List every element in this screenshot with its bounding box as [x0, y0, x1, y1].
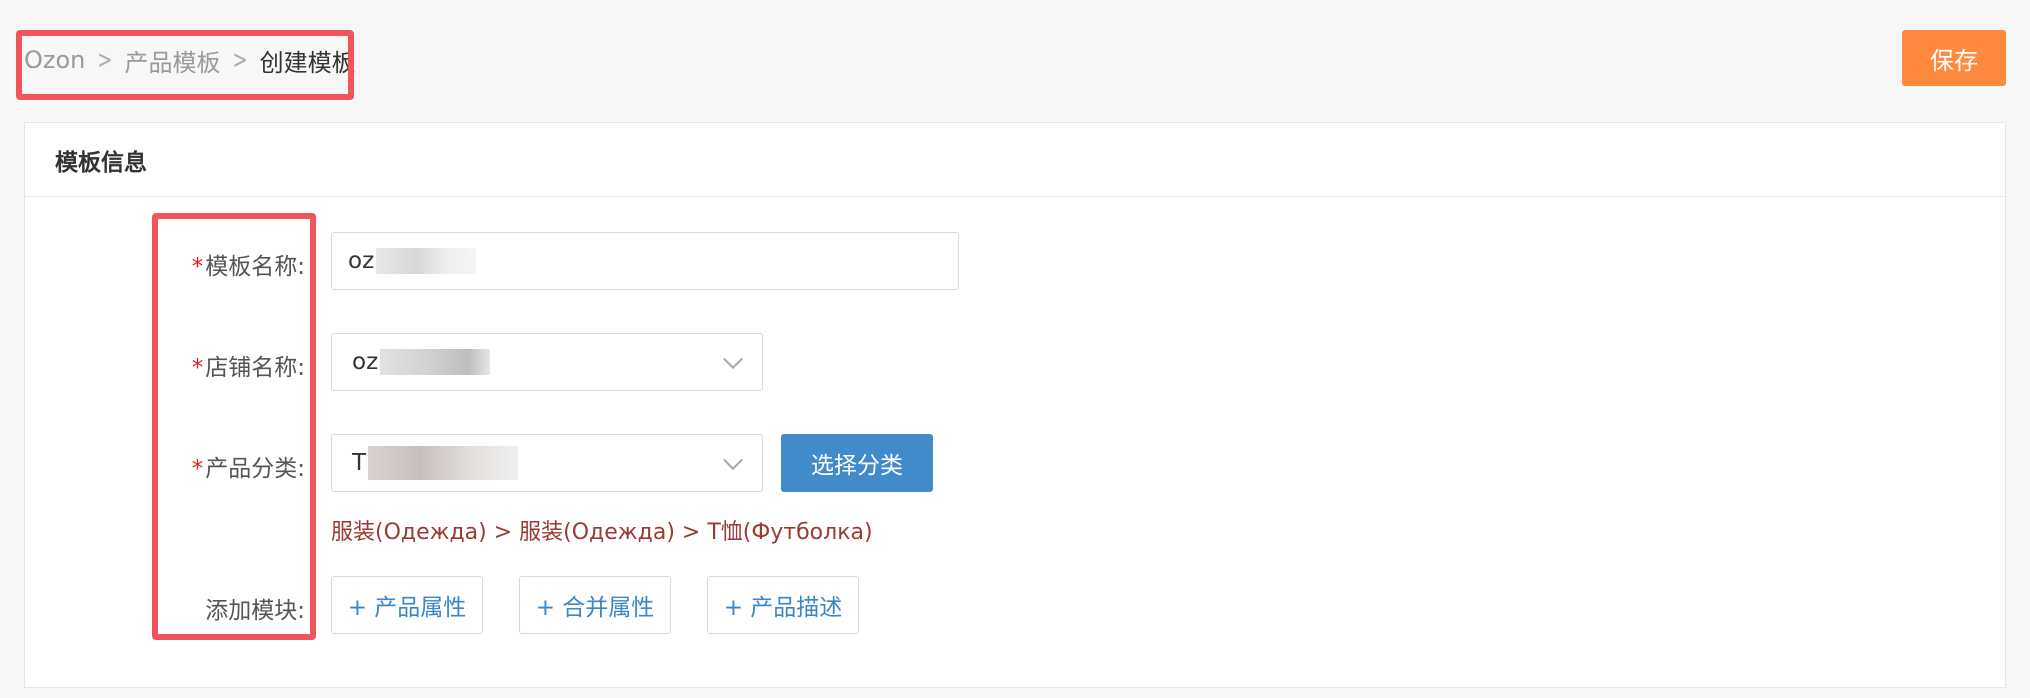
- chevron-right-icon: >: [232, 45, 248, 75]
- template-name-label: *模板名称:: [191, 254, 305, 280]
- card-header: 模板信息: [25, 123, 2005, 197]
- card-title: 模板信息: [55, 149, 147, 176]
- category-path: 服装(Одежда) > 服装(Одежда) > T恤(Футболка): [331, 520, 873, 545]
- store-name-value: oz: [352, 349, 379, 375]
- product-category-select[interactable]: T: [331, 434, 763, 492]
- add-merged-attributes-button[interactable]: + 合并属性: [519, 576, 671, 634]
- redacted-text: [368, 446, 519, 480]
- store-name-label: *店铺名称:: [191, 355, 305, 381]
- add-product-attributes-button[interactable]: + 产品属性: [331, 576, 483, 634]
- save-button[interactable]: 保存: [1902, 30, 2006, 86]
- required-mark: *: [191, 254, 204, 280]
- chevron-right-icon: >: [97, 45, 113, 75]
- redacted-text: [380, 349, 491, 375]
- breadcrumb-current: 创建模板: [259, 48, 356, 77]
- required-mark: *: [191, 355, 204, 381]
- add-module-label: 添加模块:: [205, 598, 305, 624]
- template-info-card: 模板信息 *模板名称: oz *店铺名称: oz *产品分类: T 选择分类 服…: [24, 122, 2006, 688]
- store-name-select[interactable]: oz: [331, 333, 763, 391]
- product-category-label: *产品分类:: [191, 456, 305, 482]
- template-name-input[interactable]: oz: [331, 232, 959, 290]
- breadcrumb-item-product-templates[interactable]: 产品模板: [124, 43, 220, 78]
- choose-category-button[interactable]: 选择分类: [781, 434, 933, 492]
- breadcrumb-item-ozon[interactable]: Ozon: [24, 46, 85, 74]
- chevron-down-icon: [723, 450, 743, 471]
- redacted-text: [376, 248, 477, 274]
- required-mark: *: [191, 456, 204, 482]
- breadcrumb: Ozon > 产品模板 > 创建模板: [24, 40, 356, 80]
- chevron-down-icon: [723, 349, 743, 370]
- page: Ozon > 产品模板 > 创建模板 保存 模板信息 *模板名称: oz *店铺…: [0, 0, 2030, 698]
- add-product-description-button[interactable]: + 产品描述: [707, 576, 859, 634]
- product-category-value: T: [352, 450, 367, 476]
- template-name-value: oz: [348, 248, 375, 274]
